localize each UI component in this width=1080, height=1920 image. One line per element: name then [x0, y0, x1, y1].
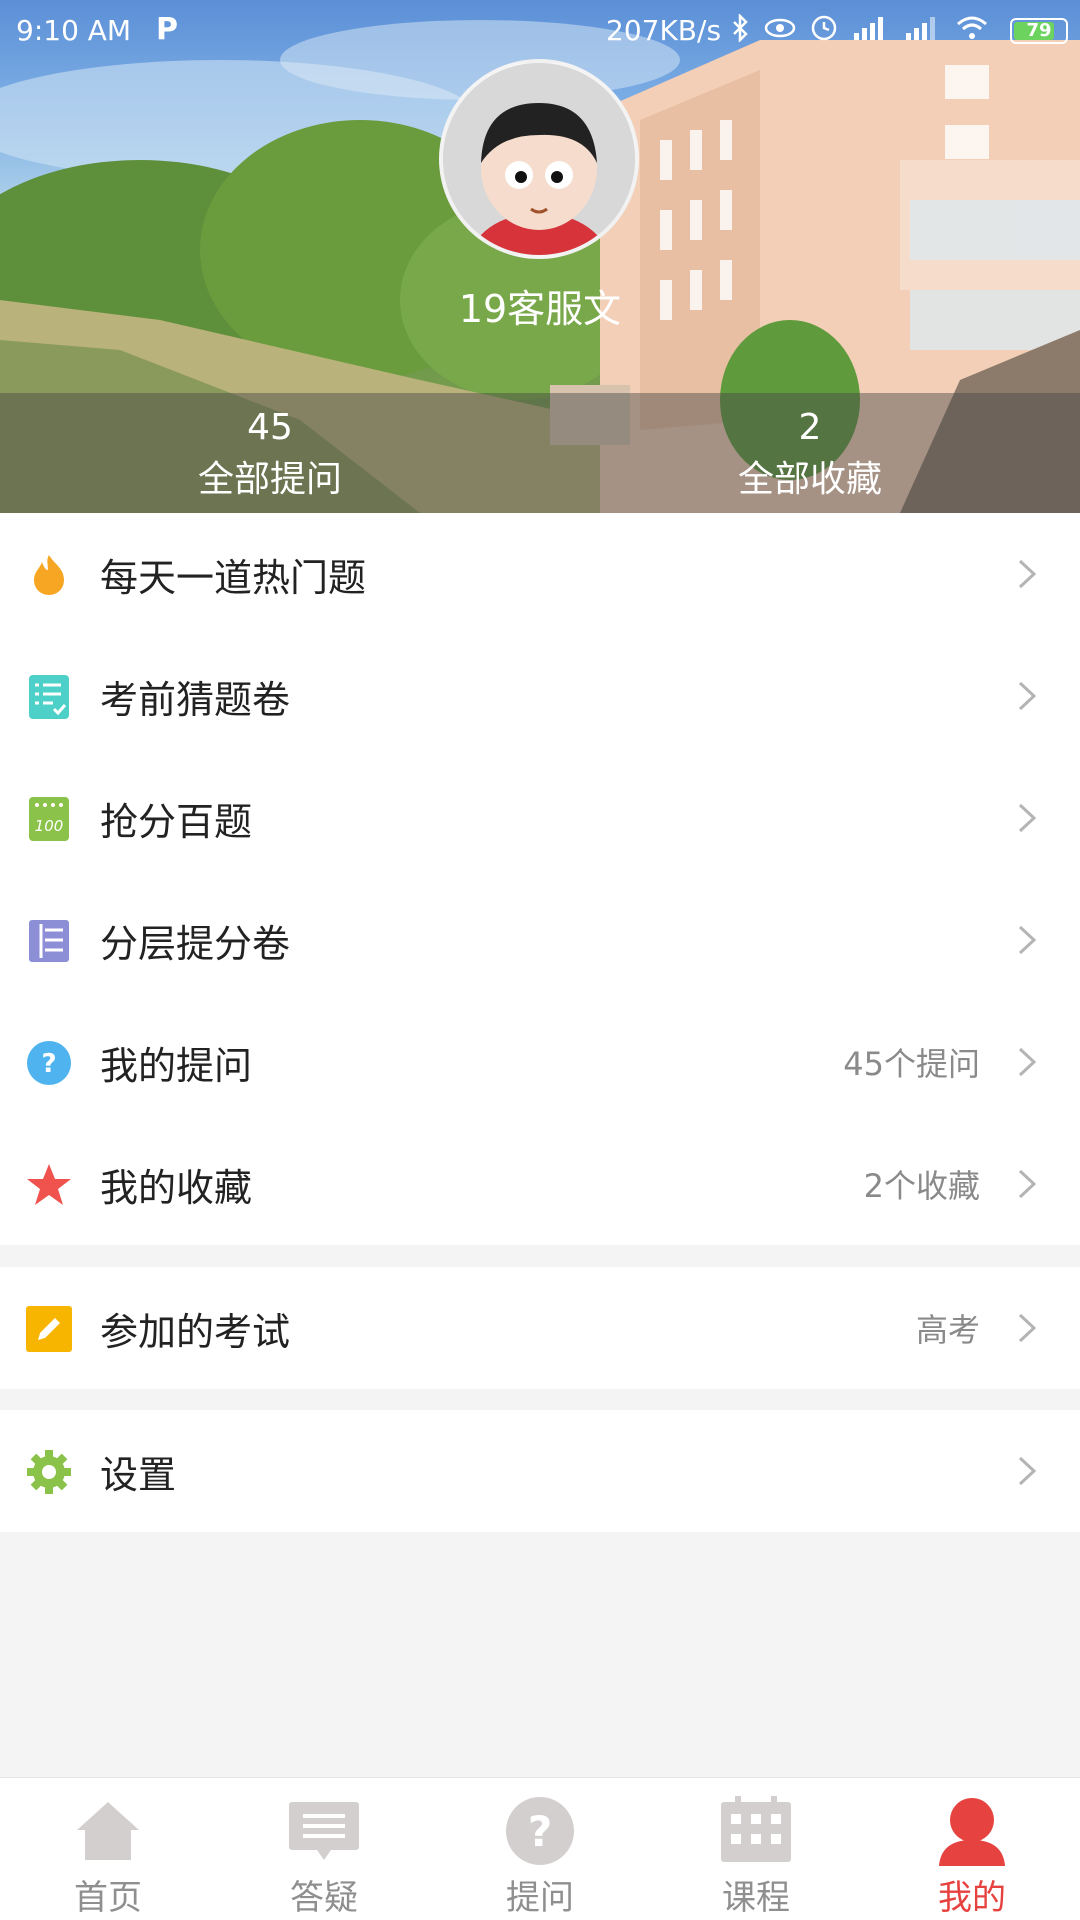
stat-all-questions[interactable]: 45 全部提问 [120, 393, 420, 502]
svg-text:?: ? [41, 1049, 56, 1079]
nav-label: 答疑 [290, 1878, 358, 1918]
message-icon [289, 1802, 359, 1860]
nav-label: 提问 [506, 1878, 574, 1918]
menu-item-my-questions[interactable]: ? 我的提问 45个提问 [0, 1001, 1080, 1123]
nav-label: 课程 [722, 1878, 790, 1918]
eye-icon [764, 18, 796, 38]
battery-icon: 79 [1010, 18, 1068, 44]
menu-group-main: 每天一道热门题 考前猜题卷 100 抢分百题 分层提分卷 ? 我的提问 45个提… [0, 513, 1080, 1245]
alarm-icon [811, 15, 837, 41]
signal-icon [854, 17, 883, 40]
question-icon: ? [26, 1040, 72, 1086]
menu-item-value: 高考 [915, 1311, 980, 1349]
stat-all-favorites[interactable]: 2 全部收藏 [660, 393, 960, 502]
bluetooth-icon [733, 14, 748, 42]
status-bar: 9:10 AM P 207KB/s 79 [0, 0, 1080, 62]
bottom-nav: 首页 答疑 ? 提问 课程 我的 [0, 1777, 1080, 1920]
menu-item-exam-prediction[interactable]: 考前猜题卷 [0, 635, 1080, 757]
menu-item-label: 每天一道热门题 [100, 555, 367, 600]
menu-item-my-favorites[interactable]: 我的收藏 2个收藏 [0, 1123, 1080, 1245]
menu-item-label: 抢分百题 [100, 799, 253, 844]
menu-item-value: 45个提问 [843, 1045, 980, 1083]
menu-item-label: 设置 [100, 1452, 177, 1497]
avatar-cartoon-icon [443, 63, 635, 255]
app-indicator-icon: P [156, 12, 178, 47]
stat-value: 2 [798, 407, 822, 448]
star-icon [26, 1162, 72, 1208]
chevron-right-icon [1018, 681, 1037, 711]
chevron-right-icon [1018, 1169, 1037, 1199]
stat-label: 全部提问 [197, 459, 342, 500]
wifi-icon [957, 16, 987, 39]
nav-label: 我的 [938, 1878, 1006, 1918]
nav-label: 首页 [74, 1878, 142, 1918]
nav-answers[interactable]: 答疑 [216, 1778, 432, 1920]
menu-group-settings: 设置 [0, 1410, 1080, 1532]
avatar[interactable] [439, 59, 639, 259]
stat-label: 全部收藏 [737, 459, 882, 500]
pencil-icon [26, 1306, 72, 1352]
svg-text:100: 100 [35, 817, 64, 835]
menu-item-label: 参加的考试 [100, 1309, 291, 1354]
chevron-right-icon [1018, 803, 1037, 833]
menu-item-label: 考前猜题卷 [100, 677, 291, 722]
menu-item-label: 分层提分卷 [100, 921, 291, 966]
nav-mine[interactable]: 我的 [864, 1778, 1080, 1920]
nav-home[interactable]: 首页 [0, 1778, 216, 1920]
nav-ask[interactable]: ? 提问 [432, 1778, 648, 1920]
status-icons [730, 14, 988, 42]
home-icon [77, 1802, 139, 1860]
flame-icon [26, 552, 72, 598]
menu-item-label: 我的收藏 [100, 1165, 253, 1210]
user-icon [939, 1798, 1005, 1866]
menu-group-exam: 参加的考试 高考 [0, 1267, 1080, 1389]
stat-value: 45 [247, 407, 293, 448]
menu-item-tiered-paper[interactable]: 分层提分卷 [0, 879, 1080, 1001]
nav-courses[interactable]: 课程 [648, 1778, 864, 1920]
chevron-right-icon [1018, 1313, 1037, 1343]
checklist-icon [26, 674, 72, 720]
chevron-right-icon [1018, 1456, 1037, 1486]
profile-header: 9:10 AM P 207KB/s 79 19客服文 45 全部提问 2 全部收… [0, 0, 1080, 513]
question-icon: ? [506, 1797, 574, 1865]
chevron-right-icon [1018, 925, 1037, 955]
chevron-right-icon [1018, 559, 1037, 589]
menu-item-daily-hot-question[interactable]: 每天一道热门题 [0, 513, 1080, 635]
stats-band: 45 全部提问 2 全部收藏 [0, 393, 1080, 513]
menu-item-hundred-questions[interactable]: 100 抢分百题 [0, 757, 1080, 879]
chevron-right-icon [1018, 1047, 1037, 1077]
calendar-icon [721, 1796, 791, 1862]
gear-icon [26, 1449, 72, 1495]
network-speed: 207KB/s [606, 14, 722, 47]
username: 19客服文 [458, 287, 622, 331]
menu-item-label: 我的提问 [100, 1043, 253, 1088]
hundred-icon: 100 [26, 796, 72, 842]
status-time: 9:10 AM [16, 14, 132, 47]
svg-text:?: ? [528, 1807, 552, 1856]
layers-icon [26, 918, 72, 964]
battery-percentage: 79 [1026, 20, 1052, 41]
signal-icon-2 [906, 17, 935, 40]
menu-item-enrolled-exam[interactable]: 参加的考试 高考 [0, 1267, 1080, 1389]
menu-item-settings[interactable]: 设置 [0, 1410, 1080, 1532]
menu-item-value: 2个收藏 [863, 1167, 980, 1205]
